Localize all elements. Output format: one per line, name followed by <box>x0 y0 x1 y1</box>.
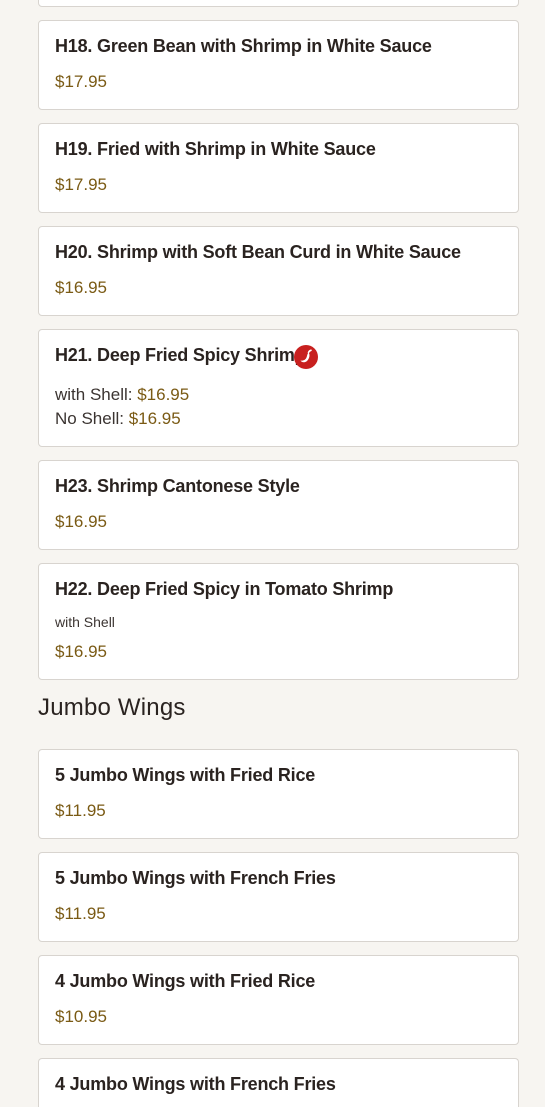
option-label: with Shell: <box>55 385 133 404</box>
item-price: $16.95 <box>55 642 107 661</box>
menu-item-card[interactable]: H22. Deep Fried Spicy in Tomato Shrimp w… <box>38 563 519 680</box>
item-title: 4 Jumbo Wings with French Fries <box>55 1074 336 1094</box>
item-price: $17.95 <box>55 72 107 91</box>
item-price: $11.95 <box>55 801 106 820</box>
item-price: $17.95 <box>55 175 107 194</box>
item-title: H20. Shrimp with Soft Bean Curd in White… <box>55 242 461 262</box>
menu-item-card-partial[interactable] <box>38 0 519 7</box>
item-title: H18. Green Bean with Shrimp in White Sau… <box>55 36 432 56</box>
menu-item-card[interactable]: 5 Jumbo Wings with Fried Rice $11.95 <box>38 749 519 839</box>
option-label: No Shell: <box>55 409 124 428</box>
menu-item-card[interactable]: H18. Green Bean with Shrimp in White Sau… <box>38 20 519 110</box>
menu-item-card[interactable]: H23. Shrimp Cantonese Style $16.95 <box>38 460 519 550</box>
menu-item-card[interactable]: H19. Fried with Shrimp in White Sauce $1… <box>38 123 519 213</box>
menu-item-card[interactable]: H21. Deep Fried Spicy Shrimp with Shell:… <box>38 329 519 447</box>
item-title: 4 Jumbo Wings with Fried Rice <box>55 971 316 991</box>
item-price: $16.95 <box>55 512 107 531</box>
item-title: H23. Shrimp Cantonese Style <box>55 476 300 496</box>
price-option: No Shell: $16.95 <box>55 409 181 429</box>
menu-item-card[interactable]: 4 Jumbo Wings with French Fries <box>38 1058 519 1107</box>
item-title: 5 Jumbo Wings with Fried Rice <box>55 765 316 785</box>
section-title-jumbo-wings: Jumbo Wings <box>38 694 186 721</box>
item-note: with Shell <box>55 614 115 630</box>
option-price: $16.95 <box>137 385 190 404</box>
item-price: $16.95 <box>55 278 107 297</box>
price-option: with Shell: $16.95 <box>55 385 189 405</box>
item-title: H21. Deep Fried Spicy Shrimp <box>55 345 306 365</box>
item-title: 5 Jumbo Wings with French Fries <box>55 868 336 888</box>
item-price: $11.95 <box>55 904 106 923</box>
item-title: H22. Deep Fried Spicy in Tomato Shrimp <box>55 579 394 599</box>
chili-pepper-icon <box>294 345 318 369</box>
menu-item-card[interactable]: 5 Jumbo Wings with French Fries $11.95 <box>38 852 519 942</box>
menu-item-card[interactable]: 4 Jumbo Wings with Fried Rice $10.95 <box>38 955 519 1045</box>
item-price: $10.95 <box>55 1007 107 1026</box>
menu-item-card[interactable]: H20. Shrimp with Soft Bean Curd in White… <box>38 226 519 316</box>
option-price: $16.95 <box>128 409 181 428</box>
item-title: H19. Fried with Shrimp in White Sauce <box>55 139 376 159</box>
